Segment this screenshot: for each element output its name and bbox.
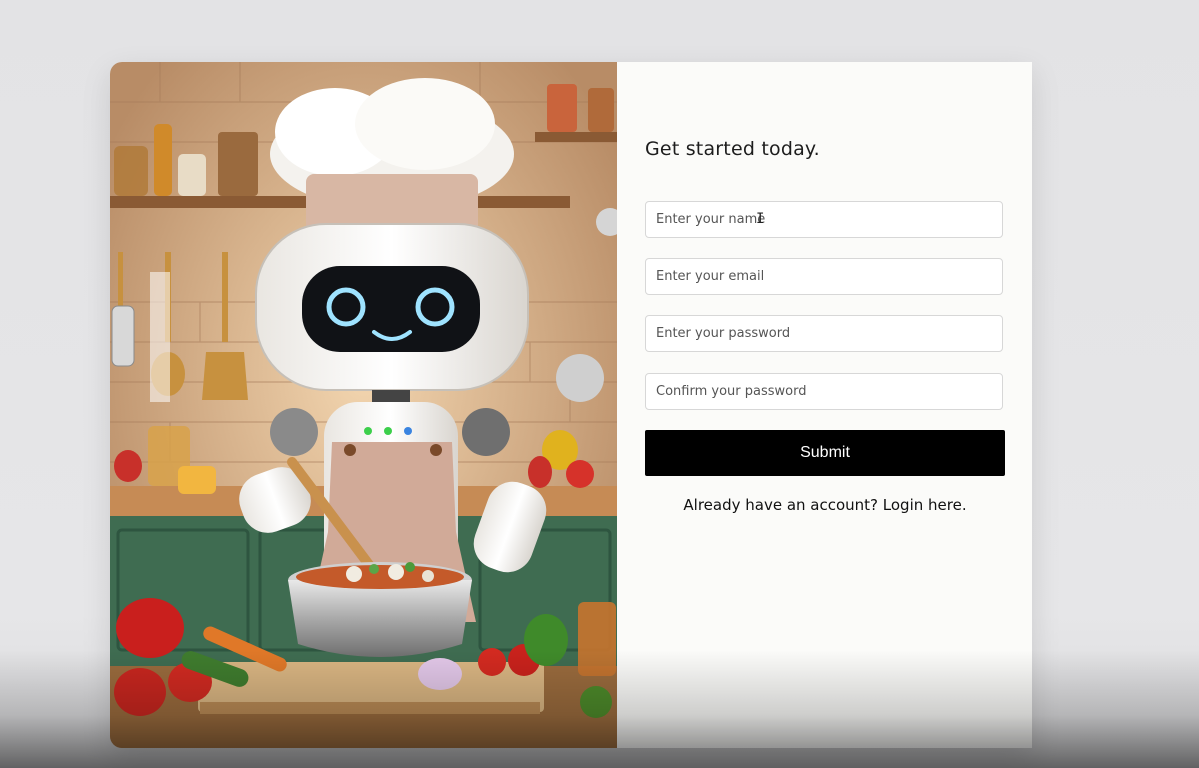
submit-button[interactable]: Submit <box>645 430 1005 476</box>
form-title: Get started today. <box>645 138 820 160</box>
robot-chef-illustration <box>110 62 617 748</box>
text-cursor-icon: I <box>756 211 765 227</box>
email-input[interactable] <box>645 258 1003 295</box>
login-link-container: Already have an account? Login here. <box>645 496 1005 514</box>
signup-card: Get started today. I Submit Already have… <box>110 62 1032 748</box>
name-input[interactable] <box>645 201 1003 238</box>
confirm-password-input[interactable] <box>645 373 1003 410</box>
signup-form-panel: Get started today. I Submit Already have… <box>617 62 1032 748</box>
password-input[interactable] <box>645 315 1003 352</box>
login-link[interactable]: Already have an account? Login here. <box>683 496 966 514</box>
